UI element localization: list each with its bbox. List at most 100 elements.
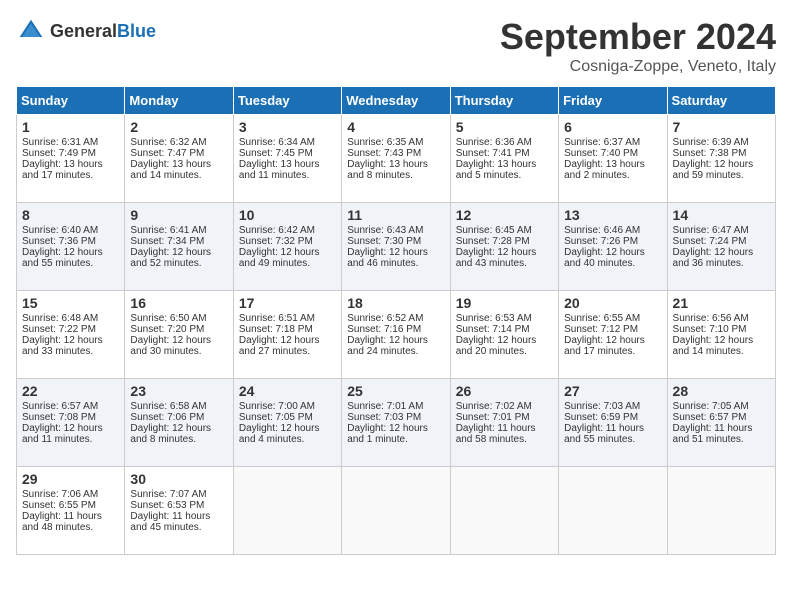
- day-number: 11: [347, 207, 444, 223]
- day-number: 30: [130, 471, 227, 487]
- logo-icon: [16, 16, 46, 46]
- calendar-body: 1Sunrise: 6:31 AMSunset: 7:49 PMDaylight…: [17, 115, 776, 555]
- sunset-text: Sunset: 7:32 PM: [239, 236, 336, 247]
- sunrise-text: Sunrise: 6:55 AM: [564, 313, 661, 324]
- calendar-cell: 3Sunrise: 6:34 AMSunset: 7:45 PMDaylight…: [233, 115, 341, 203]
- sunset-text: Sunset: 7:16 PM: [347, 324, 444, 335]
- sunset-text: Sunset: 7:20 PM: [130, 324, 227, 335]
- calendar-cell: [667, 467, 775, 555]
- calendar-cell: 16Sunrise: 6:50 AMSunset: 7:20 PMDayligh…: [125, 291, 233, 379]
- daylight-text: Daylight: 12 hours and 20 minutes.: [456, 335, 553, 357]
- month-title: September 2024: [500, 16, 776, 58]
- calendar-cell: 23Sunrise: 6:58 AMSunset: 7:06 PMDayligh…: [125, 379, 233, 467]
- day-number: 26: [456, 383, 553, 399]
- day-number: 24: [239, 383, 336, 399]
- title-area: September 2024 Cosniga-Zoppe, Veneto, It…: [500, 16, 776, 76]
- weekday-header-thursday: Thursday: [450, 87, 558, 115]
- sunset-text: Sunset: 6:53 PM: [130, 500, 227, 511]
- sunrise-text: Sunrise: 6:40 AM: [22, 225, 119, 236]
- daylight-text: Daylight: 12 hours and 49 minutes.: [239, 247, 336, 269]
- sunset-text: Sunset: 7:01 PM: [456, 412, 553, 423]
- day-number: 3: [239, 119, 336, 135]
- sunrise-text: Sunrise: 6:47 AM: [673, 225, 770, 236]
- calendar-cell: 30 Sunrise: 7:07 AMSunset: 6:53 PMDayligh…: [125, 467, 233, 555]
- calendar-cell: 29 Sunrise: 7:06 AMSunset: 6:55 PMDayligh…: [17, 467, 125, 555]
- calendar-cell: 9Sunrise: 6:41 AMSunset: 7:34 PMDaylight…: [125, 203, 233, 291]
- weekday-header-tuesday: Tuesday: [233, 87, 341, 115]
- calendar-cell: 26Sunrise: 7:02 AMSunset: 7:01 PMDayligh…: [450, 379, 558, 467]
- sunrise-text: Sunrise: 6:57 AM: [22, 401, 119, 412]
- day-number: 15: [22, 295, 119, 311]
- day-number: 21: [673, 295, 770, 311]
- sunset-text: Sunset: 7:36 PM: [22, 236, 119, 247]
- week-row-5: 29Sunrise: 7:06 AMSunset: 6:55 PMDayligh…: [17, 467, 776, 555]
- sunset-text: Sunset: 7:18 PM: [239, 324, 336, 335]
- daylight-text: Daylight: 12 hours and 17 minutes.: [564, 335, 661, 357]
- daylight-text: Daylight: 12 hours and 43 minutes.: [456, 247, 553, 269]
- sunrise-text: Sunrise: 7:00 AM: [239, 401, 336, 412]
- daylight-text: Daylight: 13 hours and 5 minutes.: [456, 159, 553, 181]
- day-number: 13: [564, 207, 661, 223]
- sunset-text: Sunset: 6:55 PM: [22, 500, 119, 511]
- sunrise-text: Sunrise: 6:31 AM: [22, 137, 119, 148]
- weekday-header-sunday: Sunday: [17, 87, 125, 115]
- calendar-cell: [233, 467, 341, 555]
- sunset-text: Sunset: 7:03 PM: [347, 412, 444, 423]
- day-number: 4: [347, 119, 444, 135]
- calendar-cell: [450, 467, 558, 555]
- daylight-text: Daylight: 13 hours and 8 minutes.: [347, 159, 444, 181]
- daylight-text: Daylight: 12 hours and 11 minutes.: [22, 423, 119, 445]
- sunrise-text: Sunrise: 6:58 AM: [130, 401, 227, 412]
- day-number: 9: [130, 207, 227, 223]
- daylight-text: Daylight: 12 hours and 27 minutes.: [239, 335, 336, 357]
- week-row-2: 8 Sunrise: 6:40 AMSunset: 7:36 PM Daylight…: [17, 203, 776, 291]
- week-row-3: 15Sunrise: 6:48 AMSunset: 7:22 PMDayligh…: [17, 291, 776, 379]
- daylight-text: Daylight: 11 hours and 45 minutes.: [130, 511, 227, 533]
- calendar-cell: 21Sunrise: 6:56 AMSunset: 7:10 PMDayligh…: [667, 291, 775, 379]
- daylight-text: Daylight: 13 hours and 14 minutes.: [130, 159, 227, 181]
- sunrise-text: Sunrise: 6:56 AM: [673, 313, 770, 324]
- sunrise-text: Sunrise: 7:03 AM: [564, 401, 661, 412]
- sunrise-text: Sunrise: 6:45 AM: [456, 225, 553, 236]
- sunset-text: Sunset: 7:38 PM: [673, 148, 770, 159]
- sunrise-text: Sunrise: 7:06 AM: [22, 489, 119, 500]
- calendar-table: SundayMondayTuesdayWednesdayThursdayFrid…: [16, 86, 776, 555]
- sunset-text: Sunset: 7:43 PM: [347, 148, 444, 159]
- calendar-cell: 13Sunrise: 6:46 AMSunset: 7:26 PMDayligh…: [559, 203, 667, 291]
- logo: GeneralBlue: [16, 16, 156, 46]
- calendar-cell: 20Sunrise: 6:55 AMSunset: 7:12 PMDayligh…: [559, 291, 667, 379]
- calendar-cell: 10Sunrise: 6:42 AMSunset: 7:32 PMDayligh…: [233, 203, 341, 291]
- day-number: 8: [22, 207, 119, 223]
- calendar-cell: 4 Sunrise: 6:35 AMSunset: 7:43 PMDaylight…: [342, 115, 450, 203]
- sunrise-text: Sunrise: 6:52 AM: [347, 313, 444, 324]
- sunrise-text: Sunrise: 7:05 AM: [673, 401, 770, 412]
- day-number: 25: [347, 383, 444, 399]
- calendar-cell: [559, 467, 667, 555]
- calendar-cell: 2Sunrise: 6:32 AMSunset: 7:47 PMDaylight…: [125, 115, 233, 203]
- week-row-1: 1Sunrise: 6:31 AMSunset: 7:49 PMDaylight…: [17, 115, 776, 203]
- daylight-text: Daylight: 11 hours and 48 minutes.: [22, 511, 119, 533]
- sunset-text: Sunset: 7:12 PM: [564, 324, 661, 335]
- sunset-text: Sunset: 7:47 PM: [130, 148, 227, 159]
- day-number: 19: [456, 295, 553, 311]
- sunrise-text: Sunrise: 6:43 AM: [347, 225, 444, 236]
- sunrise-text: Sunrise: 6:32 AM: [130, 137, 227, 148]
- sunrise-text: Sunrise: 7:07 AM: [130, 489, 227, 500]
- sunrise-text: Sunrise: 6:41 AM: [130, 225, 227, 236]
- sunset-text: Sunset: 7:06 PM: [130, 412, 227, 423]
- sunrise-text: Sunrise: 6:35 AM: [347, 137, 444, 148]
- calendar-cell: 24Sunrise: 7:00 AMSunset: 7:05 PMDayligh…: [233, 379, 341, 467]
- day-number: 29: [22, 471, 119, 487]
- calendar-cell: 5Sunrise: 6:36 AMSunset: 7:41 PMDaylight…: [450, 115, 558, 203]
- calendar-cell: 19Sunrise: 6:53 AMSunset: 7:14 PMDayligh…: [450, 291, 558, 379]
- daylight-text: Daylight: 12 hours and 1 minute.: [347, 423, 444, 445]
- location-title: Cosniga-Zoppe, Veneto, Italy: [500, 58, 776, 76]
- calendar-cell: 28Sunrise: 7:05 AMSunset: 6:57 PMDayligh…: [667, 379, 775, 467]
- header: GeneralBlue September 2024 Cosniga-Zoppe…: [16, 16, 776, 76]
- sunrise-text: Sunrise: 6:53 AM: [456, 313, 553, 324]
- weekday-header-row: SundayMondayTuesdayWednesdayThursdayFrid…: [17, 87, 776, 115]
- daylight-text: Daylight: 13 hours and 2 minutes.: [564, 159, 661, 181]
- daylight-text: Daylight: 12 hours and 36 minutes.: [673, 247, 770, 269]
- day-number: 23: [130, 383, 227, 399]
- sunrise-text: Sunrise: 6:50 AM: [130, 313, 227, 324]
